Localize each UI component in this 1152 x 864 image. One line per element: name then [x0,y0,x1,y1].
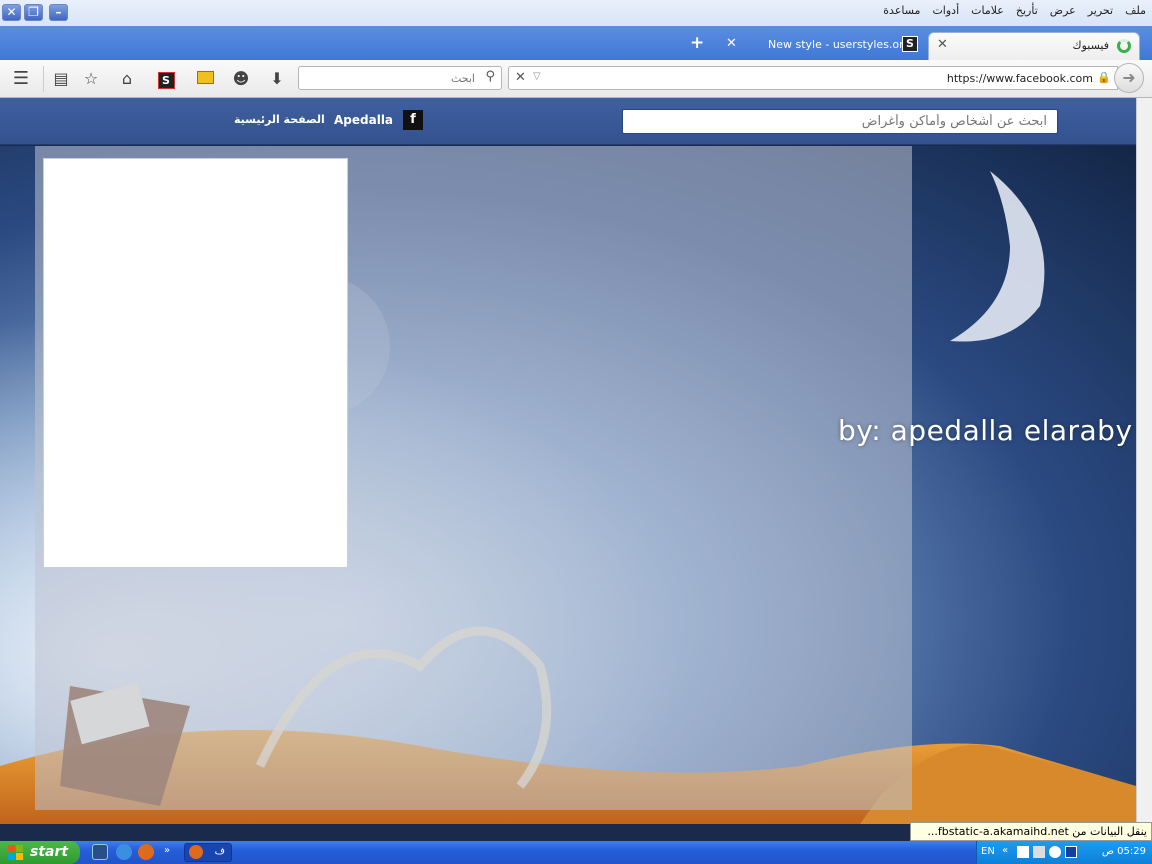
menu-help[interactable]: مساعدة [883,4,920,17]
internet-explorer-icon[interactable] [116,844,132,860]
firefox-icon [189,845,203,859]
clear-url-icon[interactable]: ✕ [515,70,526,85]
tray-app-icon[interactable] [1033,846,1045,858]
toolbar-divider [43,66,44,92]
facebook-logo-icon[interactable]: f [403,110,423,130]
menu-bar: ✕ ❐ – ملف تحرير عرض تأريخ علامات أدوات م… [0,0,1152,26]
windows-flag-icon [8,845,23,860]
network-icon[interactable] [1017,846,1029,858]
hamburger-menu-icon[interactable]: ☰ [10,68,32,90]
home-icon[interactable]: ⌂ [116,68,138,90]
reading-list-icon[interactable]: ▤ [50,68,72,90]
menu-view[interactable]: عرض [1050,4,1076,17]
stylish-icon[interactable]: S [155,68,177,90]
toolbar-search-field[interactable]: ⚲ [298,66,502,90]
url-text[interactable]: https://www.facebook.com [947,72,1093,85]
theme-byline: by: apedalla elaraby [838,414,1133,447]
show-desktop-icon[interactable] [92,844,108,860]
lock-icon[interactable]: 🔒 [1097,71,1111,84]
page-background: by: apedalla elaraby [0,146,1136,824]
loading-spinner-icon [1117,39,1131,53]
close-tab-icon[interactable]: ✕ [726,36,737,51]
start-button[interactable]: start [0,841,80,864]
menu-file[interactable]: ملف [1125,4,1146,17]
language-indicator[interactable]: EN [981,846,995,857]
userstyles-favicon-icon: S [902,36,918,52]
navigation-toolbar: ☰ ▤ ☆ ⌂ S ☻ ⬇ ⚲ ✕ ▽ https://www.facebook… [0,60,1152,98]
task-label: ف [214,846,225,857]
facebook-header: f Apedalla الصفحة الرئيسية [0,98,1136,145]
dropdown-arrow-icon[interactable]: ▽ [533,71,541,82]
quicklaunch-chevron-icon[interactable]: » [164,845,170,856]
url-bar[interactable]: ✕ ▽ https://www.facebook.com 🔒 [508,66,1118,90]
bookmark-star-icon[interactable]: ☆ [80,68,102,90]
firefox-icon[interactable] [138,844,154,860]
search-icon: ⚲ [485,69,495,84]
facebook-search-input[interactable] [623,110,1057,133]
sidebar-box [43,158,348,568]
profile-link[interactable]: Apedalla [334,113,393,127]
menu-bookmarks[interactable]: علامات [971,4,1004,17]
start-label: start [30,844,69,860]
taskbar-firefox-window[interactable]: ف [184,843,232,862]
clock[interactable]: 05:29 ص [1102,846,1146,857]
system-tray: EN « 05:29 ص [976,841,1152,864]
toolbar-badge-icon[interactable] [194,68,216,90]
tray-collapse-icon[interactable]: « [1002,845,1008,856]
facebook-search-field[interactable] [622,109,1058,134]
page-scrollbar[interactable] [1136,98,1152,824]
download-icon[interactable]: ⬇ [266,68,288,90]
search-input[interactable] [305,70,475,86]
monitor-icon[interactable] [1065,846,1077,858]
close-window-icon[interactable]: ✕ [2,4,21,21]
tab-title: فيسبوك [1072,39,1109,52]
tab-strip: + ✕ New style - userstyles.org S ✕ فيسبو… [0,26,1152,60]
tab-facebook[interactable]: ✕ فيسبوك [928,32,1140,60]
status-bar: ينقل البيانات من fbstatic-a.akamaihd.net… [910,822,1152,841]
status-text: ينقل البيانات من fbstatic-a.akamaihd.net… [927,825,1147,838]
menu-items: ملف تحرير عرض تأريخ علامات أدوات مساعدة [883,4,1146,17]
go-forward-icon[interactable]: ➜ [1114,63,1144,93]
new-tab-button[interactable]: + [690,33,704,53]
smiley-icon[interactable]: ☻ [230,68,252,90]
menu-tools[interactable]: أدوات [932,4,959,17]
menu-history[interactable]: تأريخ [1016,4,1038,17]
close-tab-icon[interactable]: ✕ [937,37,948,52]
panda-icon[interactable] [1049,846,1061,858]
tab-title: New style - userstyles.org [768,38,911,51]
restore-window-icon[interactable]: ❐ [24,4,43,21]
menu-edit[interactable]: تحرير [1088,4,1113,17]
taskbar: start » ف EN « 05:29 ص [0,841,1152,864]
minimize-window-icon[interactable]: – [49,4,68,21]
home-link[interactable]: الصفحة الرئيسية [234,113,325,126]
tab-userstyles[interactable]: ✕ New style - userstyles.org S [720,32,926,60]
